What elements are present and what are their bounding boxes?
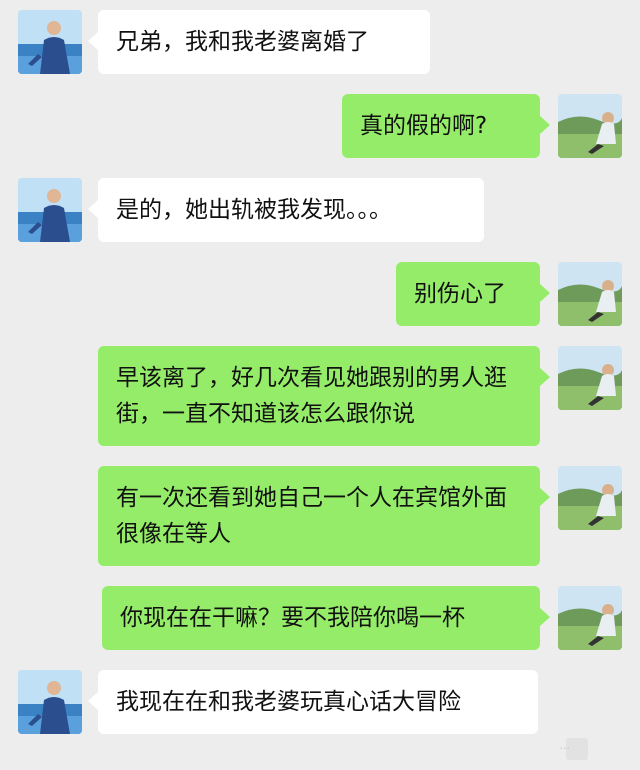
- my-avatar[interactable]: [558, 586, 622, 650]
- message-bubble[interactable]: 有一次还看到她自己一个人在宾馆外面很像在等人: [98, 466, 550, 566]
- my-avatar[interactable]: [558, 346, 622, 410]
- my-avatar[interactable]: [558, 466, 622, 530]
- message-bubble[interactable]: 我现在在和我老婆玩真心话大冒险: [88, 670, 538, 734]
- friend-avatar[interactable]: [18, 10, 82, 74]
- watermark-text: ...: [559, 739, 571, 752]
- message-bubble[interactable]: 兄弟，我和我老婆离婚了: [88, 10, 430, 74]
- message-bubble[interactable]: 早该离了，好几次看见她跟别的男人逛街，一直不知道该怎么跟你说: [98, 346, 550, 446]
- my-avatar[interactable]: [558, 262, 622, 326]
- message-bubble[interactable]: 你现在在干嘛？要不我陪你喝一杯: [102, 586, 550, 650]
- my-avatar[interactable]: [558, 94, 622, 158]
- message-bubble[interactable]: 真的假的啊?: [342, 94, 550, 158]
- friend-avatar[interactable]: [18, 178, 82, 242]
- friend-avatar[interactable]: [18, 670, 82, 734]
- message-bubble[interactable]: 是的，她出轨被我发现。。。: [88, 178, 484, 242]
- message-bubble[interactable]: 别伤心了: [396, 262, 550, 326]
